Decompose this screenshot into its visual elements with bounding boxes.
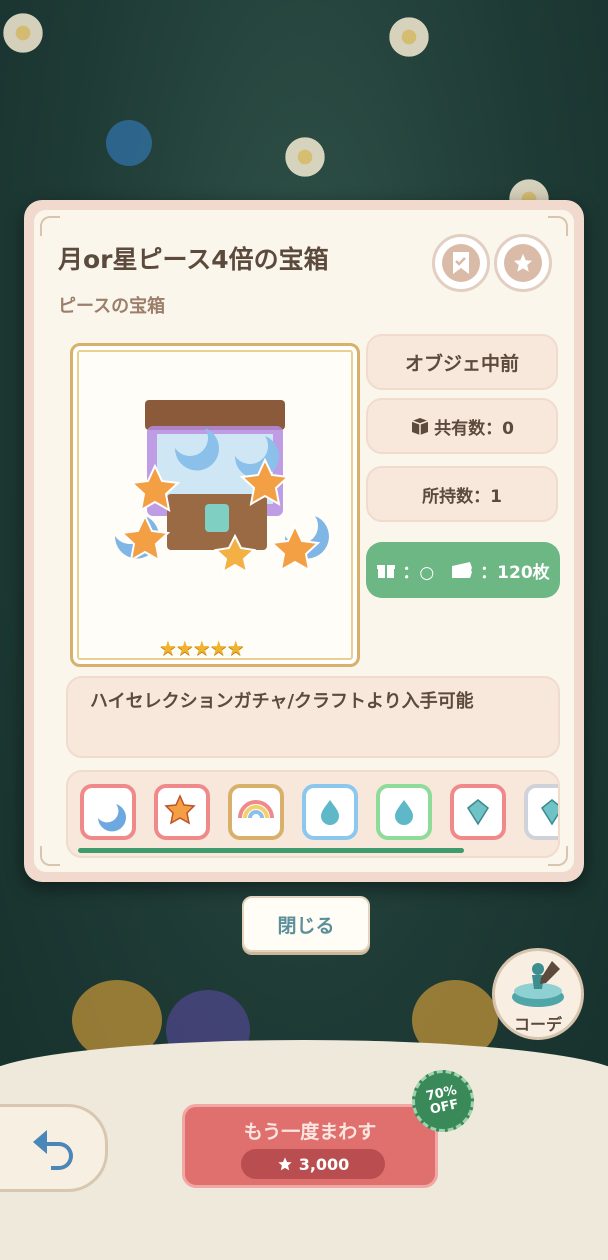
stage-icon [512,961,564,1007]
ticket-icon [452,562,473,578]
background-berry [106,120,152,166]
spin-cost: 3,000 [241,1149,385,1179]
variant-thumb-gem-silver[interactable] [524,784,558,840]
variant-scrollbar[interactable] [78,848,464,853]
shared-count: 共有数：0 [366,398,558,454]
star-icon [504,244,542,282]
rarity-stars: ★★★★★ [159,636,245,660]
item-title: 月or星ピース4倍の宝箱 [58,245,329,274]
owned-count: 所持数：1 [366,466,558,522]
item-image-frame: ★★★★★ [70,343,360,667]
modal-body: 月or星ピース4倍の宝箱 ピースの宝箱 ★★★★★ オブジェ中前 共有数：0 所… [34,210,574,872]
item-category: ピースの宝箱 [58,296,166,317]
close-button[interactable]: 閉じる [242,896,370,952]
corner-ornament [40,846,60,866]
variant-thumb-star[interactable] [154,784,210,840]
variant-thumb-drop-blue[interactable] [302,784,358,840]
treasure-chest-image [114,400,329,575]
favorite-button[interactable] [494,234,552,292]
spin-again-label: もう一度まわす [243,1121,377,1143]
shared-count-label: 共有数：0 [434,418,514,439]
variant-thumb-moon[interactable] [80,784,136,840]
gift-ticket-info: ：○ ：120枚 [366,542,560,598]
bookmark-check-icon [442,244,480,282]
coordinate-button[interactable]: コーデ [492,948,584,1040]
item-detail-modal: 月or星ピース4倍の宝箱 ピースの宝箱 ★★★★★ オブジェ中前 共有数：0 所… [24,200,584,882]
spin-cost-value: 3,000 [298,1154,350,1174]
variant-strip[interactable] [66,770,560,858]
placement-position: オブジェ中前 [366,334,558,390]
corner-ornament [40,216,60,236]
star-icon [164,794,196,825]
gift-icon [377,565,396,578]
gift-status: ：○ [402,562,435,583]
back-button[interactable] [0,1104,108,1192]
undo-arrow-icon [33,1130,73,1170]
variant-thumb-rainbow[interactable] [228,784,284,840]
gem-icon [467,799,489,826]
background-flower [282,134,328,180]
moon-icon [98,804,126,832]
rainbow-icon [238,800,274,819]
ticket-amount: ：120枚 [480,562,550,583]
spin-again-button[interactable]: もう一度まわす 3,000 [182,1104,438,1188]
water-drop-icon [321,800,339,825]
star-icon [278,1157,292,1171]
coordinate-label: コーデ [513,1015,562,1034]
background-flower [0,10,46,56]
variant-thumb-gem[interactable] [450,784,506,840]
background-flower [386,14,432,60]
gem-icon [541,799,558,826]
water-drop-icon [395,800,413,825]
bookmark-button[interactable] [432,234,490,292]
discount-off: OFF [428,1097,461,1118]
variant-thumb-drop-green[interactable] [376,784,432,840]
box-icon [411,418,429,435]
corner-ornament [548,216,568,236]
item-description: ハイセレクションガチャ/クラフトより入手可能 [66,676,560,758]
